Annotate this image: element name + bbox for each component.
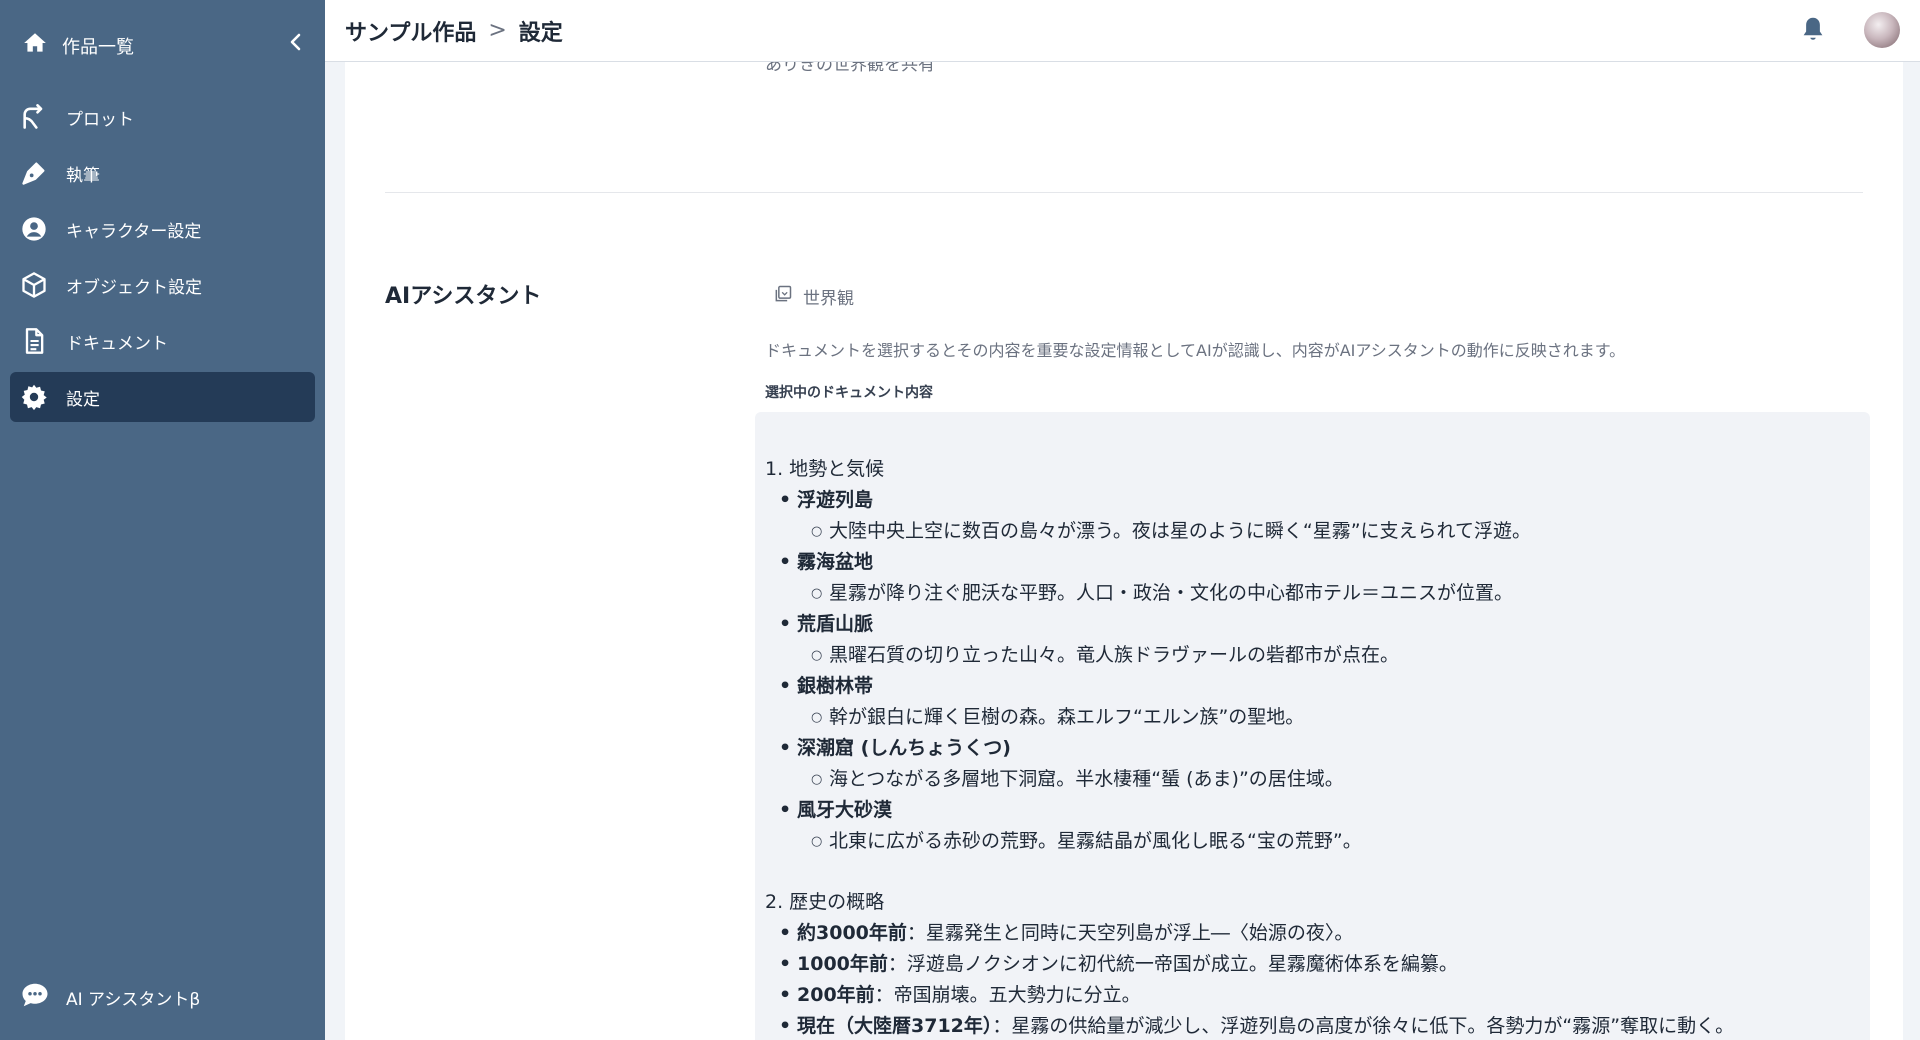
sidebar-item-label: プロット xyxy=(66,109,134,130)
history-list: 約3000年前：星霧発生と同時に天空列島が浮上―〈始源の夜〉。 1000年前：浮… xyxy=(765,918,1860,1040)
breadcrumb: サンプル作品 > 設定 xyxy=(345,15,563,47)
sidebar-item-label: オブジェクト設定 xyxy=(66,277,202,298)
section-description: ドキュメントを選択するとその内容を重要な設定情報としてAIが認識し、内容がAIア… xyxy=(765,341,1626,360)
sidebar-item-label: 執筆 xyxy=(66,165,100,186)
sidebar-item-documents[interactable]: ドキュメント xyxy=(10,316,315,366)
list-item: 約3000年前：星霧発生と同時に天空列島が浮上―〈始源の夜〉。 xyxy=(779,918,1860,949)
breadcrumb-separator: > xyxy=(488,18,507,43)
sidebar-header: 作品一覧 xyxy=(0,0,325,86)
home-link[interactable]: 作品一覧 xyxy=(22,30,134,61)
place-list: 浮遊列島 大陸中央上空に数百の島々が漂う。夜は星のように瞬く“星霧”に支えられて… xyxy=(765,485,1860,857)
top-header: サンプル作品 > 設定 xyxy=(325,0,1920,62)
list-item: 星霧が降り注ぐ肥沃な平野。人口・政治・文化の中心都市テル＝ユニスが位置。 xyxy=(811,578,1860,609)
home-icon xyxy=(22,30,48,61)
bell-icon xyxy=(1803,17,1823,40)
document-content-box: 1. 地勢と気候 浮遊列島 大陸中央上空に数百の島々が漂う。夜は星のように瞬く“… xyxy=(755,412,1870,1040)
sidebar-item-writing[interactable]: 執筆 xyxy=(10,148,315,198)
chevron-left-icon xyxy=(290,33,301,51)
list-item: 浮遊列島 大陸中央上空に数百の島々が漂う。夜は星のように瞬く“星霧”に支えられて… xyxy=(779,485,1860,547)
selected-document-name: 世界観 xyxy=(803,289,854,309)
sidebar: 作品一覧 プロット 執筆 キャラクター設定 オブジェクト設定 ドキュメント 設定… xyxy=(0,0,325,1040)
collapse-sidebar-button[interactable] xyxy=(284,30,308,54)
breadcrumb-project[interactable]: サンプル作品 xyxy=(345,15,476,47)
list-item: 深潮窟 (しんちょうくつ) 海とつながる多層地下洞窟。半水棲種“蜑 (あま)”の… xyxy=(779,733,1860,795)
sidebar-item-label: 設定 xyxy=(66,389,100,410)
avatar[interactable] xyxy=(1864,12,1900,48)
sidebar-nav: プロット 執筆 キャラクター設定 オブジェクト設定 ドキュメント 設定 xyxy=(10,92,315,428)
list-item: 大陸中央上空に数百の島々が漂う。夜は星のように瞬く“星霧”に支えられて浮遊。 xyxy=(811,516,1860,547)
list-item: 荒盾山脈 黒曜石質の切り立った山々。竜人族ドラヴァールの砦都市が点在。 xyxy=(779,609,1860,671)
chat-bubble-icon xyxy=(20,980,50,1015)
ai-assistant-button[interactable]: AI アシスタントβ xyxy=(20,980,200,1015)
document-icon xyxy=(20,327,48,355)
gear-icon xyxy=(20,383,48,411)
sidebar-item-objects[interactable]: オブジェクト設定 xyxy=(10,260,315,310)
list-item: 幹が銀白に輝く巨樹の森。森エルフ“エルン族”の聖地。 xyxy=(811,702,1860,733)
sidebar-item-label: キャラクター設定 xyxy=(66,221,202,242)
notifications-button[interactable] xyxy=(1798,14,1828,44)
doc-heading: 2. 歴史の概略 xyxy=(765,891,885,913)
list-item: 北東に広がる赤砂の荒野。星霧結晶が風化し眠る“宝の荒野”。 xyxy=(811,826,1860,857)
settings-panel: ありきの世界観を共有 AIアシスタント 世界観 ドキュメントを選択するとその内容… xyxy=(345,62,1903,1040)
breadcrumb-current-page: 設定 xyxy=(518,20,563,46)
list-item: 現在（大陸暦3712年）：星霧の供給量が減少し、浮遊列島の高度が徐々に低下。各勢… xyxy=(779,1011,1860,1040)
sidebar-item-label: ドキュメント xyxy=(66,333,168,354)
sidebar-item-characters[interactable]: キャラクター設定 xyxy=(10,204,315,254)
pen-icon xyxy=(20,159,48,187)
cube-icon xyxy=(20,271,48,299)
section-title: AIアシスタント xyxy=(385,284,542,309)
home-label: 作品一覧 xyxy=(62,36,134,58)
list-item: 黒曜石質の切り立った山々。竜人族ドラヴァールの砦都市が点在。 xyxy=(811,640,1860,671)
plot-branch-icon xyxy=(20,103,48,131)
list-item: 風牙大砂漠 北東に広がる赤砂の荒野。星霧結晶が風化し眠る“宝の荒野”。 xyxy=(779,795,1860,857)
list-item: 海とつながる多層地下洞窟。半水棲種“蜑 (あま)”の居住域。 xyxy=(811,764,1860,795)
copy-document-icon xyxy=(773,284,793,309)
user-circle-icon xyxy=(20,215,48,243)
document-content-label: 選択中のドキュメント内容 xyxy=(765,385,933,401)
ai-assistant-label: AI アシスタントβ xyxy=(66,990,201,1010)
doc-heading: 1. 地勢と気候 xyxy=(765,458,885,480)
selected-document-chip[interactable]: 世界観 xyxy=(773,284,854,309)
list-item: 銀樹林帯 幹が銀白に輝く巨樹の森。森エルフ“エルン族”の聖地。 xyxy=(779,671,1860,733)
sidebar-item-plot[interactable]: プロット xyxy=(10,92,315,142)
section-divider xyxy=(385,192,1863,193)
list-item: 200年前：帝国崩壊。五大勢力に分立。 xyxy=(779,980,1860,1011)
list-item: 霧海盆地 星霧が降り注ぐ肥沃な平野。人口・政治・文化の中心都市テル＝ユニスが位置… xyxy=(779,547,1860,609)
previous-section-text: ありきの世界観を共有 xyxy=(765,62,935,75)
sidebar-item-settings[interactable]: 設定 xyxy=(10,372,315,422)
list-item: 1000年前：浮遊島ノクシオンに初代統一帝国が成立。星霧魔術体系を編纂。 xyxy=(779,949,1860,980)
